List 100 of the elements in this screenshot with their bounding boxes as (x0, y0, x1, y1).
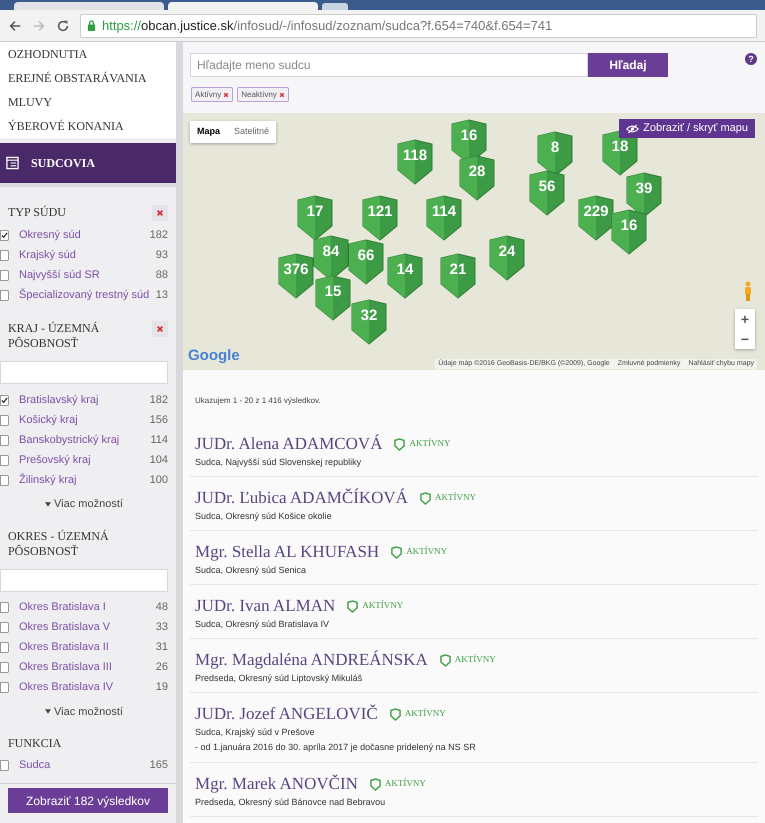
checkbox[interactable] (0, 434, 9, 446)
menu-item[interactable]: OZHODNUTIA (8, 42, 176, 66)
pegman-icon[interactable] (742, 281, 754, 301)
clear-filter-button[interactable] (152, 321, 168, 337)
filter-search-field[interactable] (0, 361, 168, 384)
filter-option[interactable]: Okresný súd (19, 226, 150, 244)
menu-item[interactable]: MLUVY (8, 90, 176, 114)
checkbox[interactable] (0, 622, 9, 633)
search-field[interactable]: Hľadajte meno sudcu (190, 53, 588, 77)
checkbox[interactable] (0, 760, 9, 770)
cluster-marker[interactable]: 229 (577, 195, 615, 241)
caret-icon (45, 709, 52, 714)
show-results-button[interactable]: Zobraziť 182 výsledkov (8, 788, 168, 813)
checkbox[interactable] (0, 642, 9, 653)
judge-name-link[interactable]: JUDr. Jozef ANGELOVIČ (195, 703, 378, 725)
checkbox[interactable] (0, 394, 9, 406)
filter-search-field[interactable] (0, 568, 168, 592)
filter-option[interactable]: Okres Bratislava II (19, 639, 156, 656)
filter-option[interactable]: Žilinský kraj (19, 472, 150, 488)
cluster-marker[interactable]: 24 (488, 235, 526, 281)
cluster-marker[interactable]: 32 (350, 299, 388, 345)
more-options-link[interactable]: Viac možností (45, 704, 123, 720)
checkbox[interactable] (0, 602, 9, 613)
close-icon (156, 325, 164, 333)
search-button[interactable]: Hľadaj (588, 53, 668, 77)
cluster-marker[interactable]: 66 (347, 239, 385, 285)
map-type-tab[interactable]: Mapa (190, 121, 228, 143)
filter-tag[interactable]: Neaktívny (237, 87, 289, 102)
cluster-marker[interactable]: 121 (361, 195, 399, 241)
cluster-marker[interactable]: 28 (458, 155, 496, 201)
more-options-link[interactable]: Viac možností (45, 496, 123, 512)
checkbox[interactable] (0, 290, 9, 300)
filter-count: 182 (150, 228, 168, 243)
checkbox[interactable] (0, 474, 9, 486)
back-icon[interactable] (8, 18, 22, 32)
zoom-in-button[interactable]: + (735, 309, 755, 329)
filter-option[interactable]: Špecializovaný trestný súd (19, 286, 156, 304)
map-type-tab[interactable]: Satelitné (227, 121, 276, 143)
judge-name-link[interactable]: JUDr. Ľubica ADAMČÍKOVÁ (195, 487, 408, 509)
filter-option[interactable]: Najvyšší súd SR (19, 266, 156, 284)
judge-name-link[interactable]: Mgr. Stella AL KHUFASH (195, 541, 380, 563)
cluster-marker[interactable]: 118 (396, 139, 434, 185)
checkbox[interactable] (0, 414, 9, 426)
filter-tag[interactable]: Aktívny (191, 87, 234, 102)
filter-option[interactable]: Banskobystrický kraj (19, 432, 150, 448)
shield-icon (390, 708, 401, 720)
filter-title: OKRES - ÚZEMNÁ PÔSOBNOSŤ (8, 528, 110, 558)
cluster-marker[interactable]: 14 (386, 253, 424, 299)
help-button[interactable]: ? (745, 53, 757, 65)
filter-option[interactable]: Košický kraj (19, 412, 150, 428)
address-bar[interactable]: https://obcan.justice.sk/infosud/-/infosud/zoznam/sudca?f.654=740&f.654=741 (80, 14, 757, 38)
filter-count: 31 (156, 640, 168, 656)
checkbox[interactable] (0, 662, 9, 673)
checkbox[interactable] (0, 270, 9, 280)
judge-name-link[interactable]: JUDr. Ivan ALMAN (195, 595, 336, 617)
check-icon (1, 396, 8, 404)
new-tab-button[interactable] (322, 3, 348, 10)
checkbox[interactable] (0, 230, 9, 240)
filter-option[interactable]: Sudca (19, 756, 150, 774)
filter-option[interactable]: Okres Bratislava I (19, 599, 156, 616)
judge-name-link[interactable]: Mgr. Magdaléna ANDREÁNSKA (195, 649, 428, 671)
filter-count: 182 (150, 392, 168, 408)
cluster-marker[interactable]: 21 (439, 253, 477, 299)
zoom-out-button[interactable]: − (735, 329, 755, 349)
clear-filter-button[interactable] (152, 205, 168, 221)
filter-count: 26 (156, 660, 168, 676)
menu-item[interactable]: EREJNÉ OBSTARÁVANIA (8, 66, 176, 90)
filter-option[interactable]: Krajský súd (19, 246, 156, 264)
judge-role: Predseda, Okresný súd Liptovský Mikuláš (195, 672, 364, 685)
cluster-marker[interactable]: 56 (528, 170, 566, 216)
status-label: AKTÍVNY (390, 707, 446, 721)
judge-name-link[interactable]: JUDr. Alena ADAMCOVÁ (195, 433, 382, 455)
judge-name-link[interactable]: Mgr. Marek ANOVČIN (195, 773, 358, 795)
checkbox[interactable] (0, 682, 9, 693)
filter-option[interactable]: Okres Bratislava V (19, 619, 156, 636)
shield-icon (394, 438, 406, 450)
menu-item[interactable]: ÝBEROVÉ KONANIA (8, 114, 176, 138)
check-icon (1, 232, 8, 238)
forward-icon[interactable] (32, 18, 46, 32)
filter-count: 165 (150, 758, 168, 773)
toggle-map-button[interactable]: Zobraziť / skryť mapu (619, 119, 755, 138)
filter-count: 33 (156, 620, 168, 636)
reload-icon[interactable] (56, 18, 70, 32)
filter-option[interactable]: Okres Bratislava IV (19, 679, 156, 696)
status-label: AKTÍVNY (391, 545, 448, 559)
cluster-marker[interactable]: 17 (296, 195, 334, 241)
remove-icon[interactable] (223, 92, 230, 98)
shield-icon (370, 778, 381, 790)
filter-option[interactable]: Okres Bratislava III (19, 659, 156, 676)
shield-icon (440, 654, 451, 666)
checkbox[interactable] (0, 250, 9, 260)
filter-option[interactable]: Bratislavský kraj (19, 392, 150, 408)
cluster-marker[interactable]: 114 (425, 195, 463, 241)
filter-option[interactable]: Prešovský kraj (19, 452, 150, 468)
checkbox[interactable] (0, 454, 9, 466)
cluster-marker[interactable]: 15 (314, 275, 352, 321)
cluster-marker[interactable]: 16 (610, 209, 648, 255)
filter-title: FUNKCIA (8, 736, 62, 751)
cluster-marker[interactable]: 376 (277, 253, 315, 299)
remove-icon[interactable] (278, 92, 285, 98)
